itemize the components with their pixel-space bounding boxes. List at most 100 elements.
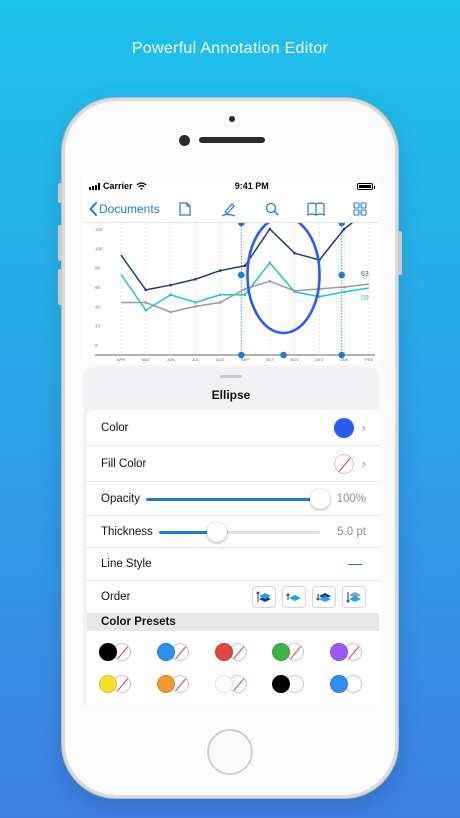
- carrier-label: Carrier: [103, 181, 133, 191]
- order-buttons: [252, 586, 366, 608]
- mute-switch: [58, 183, 62, 203]
- preset-stroke-swatch: [214, 643, 233, 661]
- color-row[interactable]: Color ›: [87, 410, 379, 446]
- y-tick-label: 60: [95, 285, 101, 290]
- color-swatch[interactable]: [333, 417, 354, 438]
- book-icon[interactable]: [305, 198, 327, 220]
- series-point: [194, 277, 197, 281]
- series-point: [144, 308, 148, 312]
- search-icon[interactable]: [261, 198, 283, 220]
- series-point: [218, 301, 222, 304]
- selection-handle: [237, 271, 245, 279]
- opacity-slider[interactable]: [146, 488, 330, 509]
- color-preset[interactable]: [214, 675, 253, 693]
- selection-handle: [237, 223, 245, 227]
- opacity-value: 100%: [336, 492, 366, 505]
- navigation-bar: Documents: [83, 195, 379, 223]
- preset-row: [97, 643, 370, 661]
- series-point: [293, 289, 296, 293]
- color-preset[interactable]: [99, 675, 137, 693]
- y-tick-label: 100: [95, 246, 103, 251]
- x-tick-label: FEB: [365, 357, 373, 362]
- pen-icon[interactable]: [218, 198, 240, 220]
- series-point: [218, 293, 222, 297]
- sheet-title: Ellipse: [211, 388, 251, 402]
- chevron-right-icon: ›: [361, 420, 366, 435]
- earpiece-speaker: [199, 137, 265, 143]
- preset-stroke-swatch: [330, 643, 348, 661]
- color-preset[interactable]: [272, 643, 310, 661]
- data-label: 59: [361, 295, 369, 302]
- series-point: [144, 288, 148, 292]
- properties-sheet: Ellipse Color › Fill Color › Opacity 100…: [83, 369, 379, 705]
- bring-forward-icon[interactable]: [282, 586, 306, 608]
- color-preset[interactable]: [330, 643, 368, 661]
- line-style-label: Line Style: [101, 558, 152, 570]
- selection-handle: [338, 351, 346, 359]
- preset-stroke-swatch: [330, 675, 348, 693]
- color-preset[interactable]: [99, 643, 137, 661]
- fill-color-row[interactable]: Fill Color ›: [87, 446, 379, 482]
- series-point: [169, 293, 172, 297]
- color-preset[interactable]: [156, 643, 195, 661]
- line-style-row[interactable]: Line Style: [87, 548, 379, 581]
- x-tick-label: OCT: [266, 357, 275, 362]
- order-row: Order: [87, 581, 379, 613]
- selection-handle: [338, 271, 346, 279]
- sheet-grabber[interactable]: [220, 375, 242, 378]
- volume-down-button: [58, 269, 62, 305]
- line-chart: 120100806040200APR MAY JUN JUL AUG SEP OCT NOV D…: [95, 223, 375, 362]
- toolbar-icons: [174, 198, 373, 220]
- phone-frame: Carrier 9:41 PM Documents 120 100 80 60 …: [58, 98, 402, 798]
- color-label: Color: [101, 421, 129, 434]
- bring-to-front-icon[interactable]: [252, 586, 276, 608]
- x-tick-label: APR: [117, 357, 125, 362]
- grid-icon[interactable]: [349, 198, 371, 220]
- document-icon[interactable]: [174, 198, 196, 220]
- status-time: 9:41 PM: [234, 181, 269, 191]
- color-preset[interactable]: [156, 675, 195, 693]
- x-tick-label: DEC: [315, 357, 324, 362]
- opacity-slider-knob[interactable]: [310, 488, 330, 509]
- send-to-back-icon[interactable]: [342, 586, 366, 608]
- battery-icon: [356, 182, 375, 190]
- preset-stroke-swatch: [156, 643, 175, 661]
- series-point: [169, 283, 172, 287]
- preset-row: [97, 675, 370, 693]
- opacity-slider-fill: [146, 497, 320, 501]
- no-fill-swatch[interactable]: [333, 453, 354, 474]
- series-point: [342, 285, 346, 289]
- data-label: 63: [361, 271, 369, 278]
- status-left: Carrier: [89, 181, 147, 191]
- color-presets-grid: [87, 631, 379, 705]
- series-point: [342, 227, 346, 231]
- selection-handle: [338, 223, 346, 227]
- series-point: [243, 293, 247, 297]
- color-preset[interactable]: [272, 675, 310, 693]
- y-tick-label: 120: [95, 227, 103, 232]
- thickness-value: 5.0 pt: [337, 525, 366, 538]
- thickness-label: Thickness: [101, 525, 153, 538]
- y-tick-label: 0: [95, 343, 98, 348]
- preset-stroke-swatch: [272, 643, 291, 661]
- preset-stroke-swatch: [272, 675, 291, 693]
- series-point: [268, 261, 272, 265]
- thickness-slider-knob[interactable]: [206, 521, 227, 542]
- document-chart[interactable]: 120 100 80 60 40 20 0 APR MAY JUN JUL AUG SEP OCT NOV D…: [83, 223, 379, 363]
- series-point: [243, 264, 247, 268]
- series-point: [243, 287, 247, 291]
- color-preset[interactable]: [214, 643, 253, 661]
- color-preset[interactable]: [330, 675, 368, 693]
- fill-color-label: Fill Color: [101, 457, 147, 470]
- thickness-slider[interactable]: [158, 521, 320, 542]
- color-presets-header: Color Presets: [87, 613, 379, 631]
- series-point: [342, 290, 346, 294]
- send-backward-icon[interactable]: [312, 586, 336, 608]
- screen: Carrier 9:41 PM Documents 120 100 80 60 …: [83, 177, 379, 705]
- headline: Powerful Annotation Editor: [131, 40, 329, 57]
- home-button[interactable]: [207, 729, 253, 775]
- back-button[interactable]: Documents: [89, 201, 160, 216]
- front-camera: [179, 135, 190, 146]
- x-tick-label: MAY: [142, 357, 151, 362]
- opacity-row: Opacity 100%: [87, 482, 379, 516]
